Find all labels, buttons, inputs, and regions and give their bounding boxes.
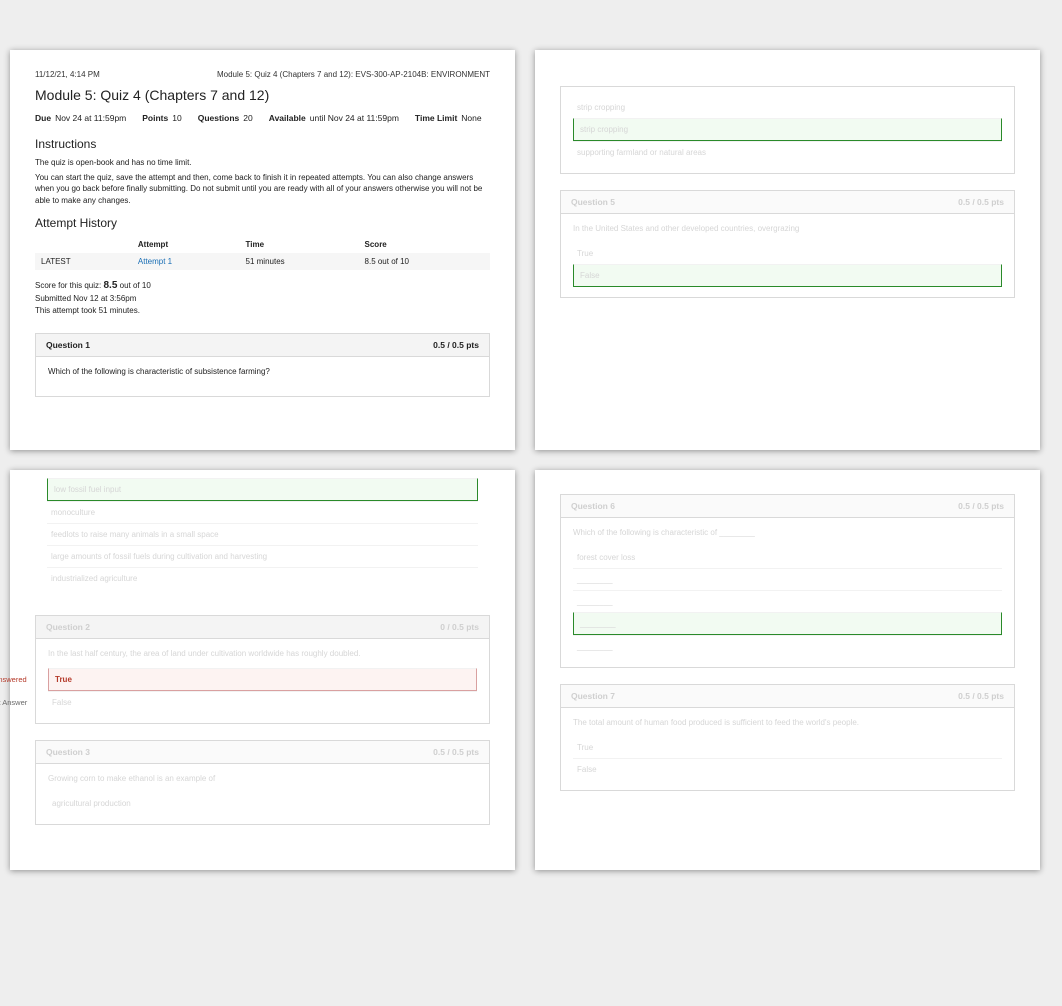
answer-option: industrialized agriculture	[47, 567, 478, 589]
question-points: 0.5 / 0.5 pts	[433, 747, 479, 757]
question-card-1: Question 1 0.5 / 0.5 pts Which of the fo…	[35, 333, 490, 397]
answer-option: strip cropping	[573, 97, 1002, 118]
answer-option: ________	[573, 635, 1002, 657]
attempt-history-table: Attempt Time Score LATEST Attempt 1 51 m…	[35, 236, 490, 270]
question-number: Question 1	[46, 340, 90, 350]
answer-option: True	[48, 668, 477, 691]
answer-option: True	[573, 243, 1002, 264]
question-prompt: In the last half century, the area of la…	[48, 649, 477, 658]
page-right-1: strip cropping strip cropping supporting…	[535, 50, 1040, 450]
question-header: Question 3 0.5 / 0.5 pts	[36, 741, 489, 764]
answer-option: True	[573, 737, 1002, 758]
question-header: Question 7 0.5 / 0.5 pts	[561, 685, 1014, 708]
answer-option: supporting farmland or natural areas	[573, 141, 1002, 163]
answer-option: ________	[573, 612, 1002, 635]
question-points: 0.5 / 0.5 pts	[958, 197, 1004, 207]
answer-option: strip cropping	[573, 118, 1002, 141]
answer-option: large amounts of fossil fuels during cul…	[47, 545, 478, 567]
question-prompt: Which of the following is characteristic…	[573, 528, 1002, 537]
question-points: 0.5 / 0.5 pts	[958, 691, 1004, 701]
question-header: Question 5 0.5 / 0.5 pts	[561, 191, 1014, 214]
question-prompt: Growing corn to make ethanol is an examp…	[48, 774, 477, 783]
question-card-5: Question 5 0.5 / 0.5 pts In the United S…	[560, 190, 1015, 298]
quiz-meta: DueNov 24 at 11:59pm Points10 Questions2…	[35, 113, 490, 123]
answer-option: forest cover loss	[573, 547, 1002, 568]
question-card-3: Question 3 0.5 / 0.5 pts Growing corn to…	[35, 740, 490, 825]
answer-option: ________	[573, 590, 1002, 612]
table-header-row: Attempt Time Score	[35, 236, 490, 253]
table-row: LATEST Attempt 1 51 minutes 8.5 out of 1…	[35, 253, 490, 270]
question-points: 0 / 0.5 pts	[440, 622, 479, 632]
question-prompt: Which of the following is characteristic…	[48, 367, 477, 376]
instructions-heading: Instructions	[35, 137, 490, 151]
meta-available: Availableuntil Nov 24 at 11:59pm	[269, 113, 399, 123]
instructions-line: The quiz is open-book and has no time li…	[35, 157, 490, 168]
question-card-7: Question 7 0.5 / 0.5 pts The total amoun…	[560, 684, 1015, 791]
question-card-1-answers: low fossil fuel input monoculture feedlo…	[35, 478, 490, 599]
question-card-2: Question 2 0 / 0.5 pts In the last half …	[35, 615, 490, 724]
answer-option: agricultural production	[48, 793, 477, 814]
question-header: Question 6 0.5 / 0.5 pts	[561, 495, 1014, 518]
question-card-6: Question 6 0.5 / 0.5 pts Which of the fo…	[560, 494, 1015, 668]
question-number: Question 5	[571, 197, 615, 207]
answer-option: False	[573, 264, 1002, 287]
meta-questions: Questions20	[198, 113, 253, 123]
question-header: Question 1 0.5 / 0.5 pts	[36, 334, 489, 357]
page-header: 11/12/21, 4:14 PM Module 5: Quiz 4 (Chap…	[35, 70, 490, 79]
question-card-4: strip cropping strip cropping supporting…	[560, 86, 1015, 174]
page-right-2: Question 6 0.5 / 0.5 pts Which of the fo…	[535, 470, 1040, 870]
question-number: Question 2	[46, 622, 90, 632]
attempt-time: 51 minutes	[240, 253, 359, 270]
question-prompt: In the United States and other developed…	[573, 224, 1002, 233]
answer-option: False	[573, 758, 1002, 780]
meta-points: Points10	[142, 113, 181, 123]
page-1: 11/12/21, 4:14 PM Module 5: Quiz 4 (Chap…	[10, 50, 515, 450]
header-doc-title: Module 5: Quiz 4 (Chapters 7 and 12): EV…	[217, 70, 490, 79]
answer-option: low fossil fuel input	[47, 478, 478, 501]
attempt-link[interactable]: Attempt 1	[132, 253, 240, 270]
question-header: Question 2 0 / 0.5 pts	[36, 616, 489, 639]
quiz-title: Module 5: Quiz 4 (Chapters 7 and 12)	[35, 87, 490, 103]
attempt-latest-tag: LATEST	[35, 253, 132, 270]
answer-option: False	[48, 691, 477, 713]
question-points: 0.5 / 0.5 pts	[958, 501, 1004, 511]
header-timestamp: 11/12/21, 4:14 PM	[35, 70, 100, 79]
score-summary: Score for this quiz: 8.5 out of 10 Submi…	[35, 278, 490, 317]
question-number: Question 3	[46, 747, 90, 757]
meta-due: DueNov 24 at 11:59pm	[35, 113, 126, 123]
attempt-score: 8.5 out of 10	[359, 253, 490, 270]
answer-option: monoculture	[47, 501, 478, 523]
question-points: 0.5 / 0.5 pts	[433, 340, 479, 350]
page-1b: low fossil fuel input monoculture feedlo…	[10, 470, 515, 870]
instructions-line: You can start the quiz, save the attempt…	[35, 172, 490, 206]
attempt-history-heading: Attempt History	[35, 216, 490, 230]
answer-option: ________	[573, 568, 1002, 590]
answer-option: feedlots to raise many animals in a smal…	[47, 523, 478, 545]
question-number: Question 6	[571, 501, 615, 511]
meta-timelimit: Time LimitNone	[415, 113, 482, 123]
question-prompt: The total amount of human food produced …	[573, 718, 1002, 727]
question-number: Question 7	[571, 691, 615, 701]
